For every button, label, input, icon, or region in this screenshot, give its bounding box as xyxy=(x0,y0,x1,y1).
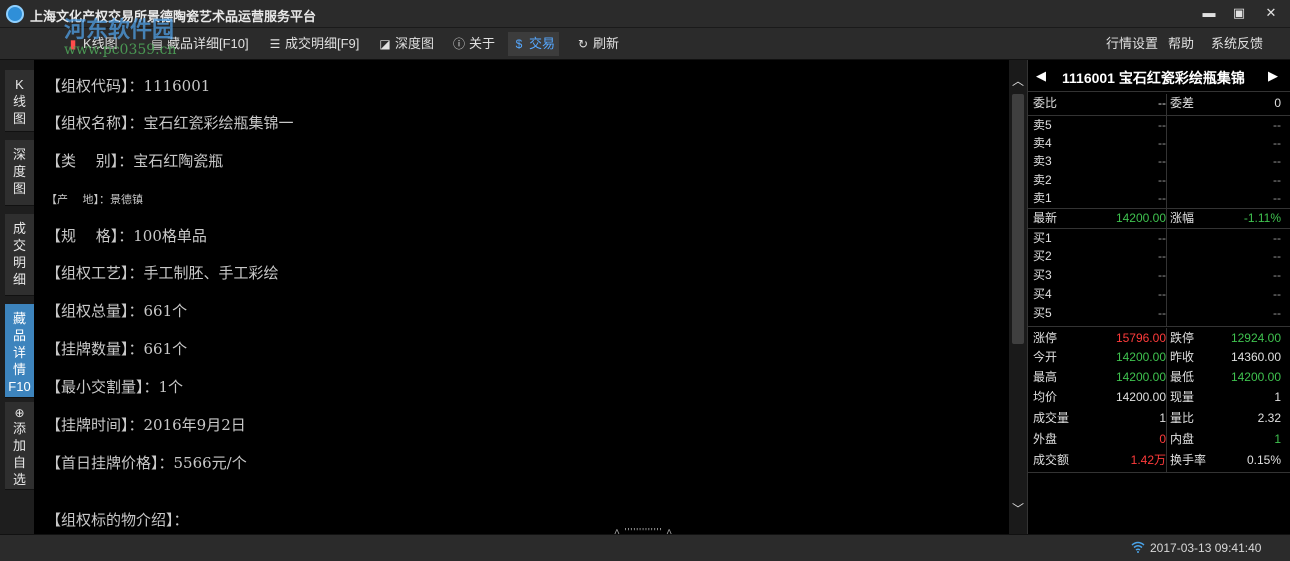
order-row-buy5: 买5 -- -- xyxy=(1033,306,1281,320)
nav-trades[interactable]: 成 交 明 细 xyxy=(5,214,34,296)
detail-line-listed: 【挂牌数量】：661个 xyxy=(46,340,188,358)
scroll-marker: ˄ ''''''''''''' ˄ xyxy=(614,527,674,534)
add-icon: ⊕ xyxy=(14,406,25,420)
detail-line-min-delivery: 【最小交割量】：1个 xyxy=(46,378,184,396)
app-logo-icon xyxy=(6,5,24,23)
order-row-sell1: 卖1 -- -- xyxy=(1033,191,1281,205)
maximize-button[interactable]: ▣ xyxy=(1226,3,1252,23)
column-divider xyxy=(1166,94,1167,326)
window-title: 上海文化产权交易所景德陶瓷艺术品运营服务平台 xyxy=(30,9,317,24)
order-row-sell5: 卖5 -- -- xyxy=(1033,118,1281,132)
order-row-buy3: 买3 -- -- xyxy=(1033,268,1281,282)
market-settings-menu[interactable]: 行情设置 xyxy=(1106,32,1158,56)
detail-content: 【组权代码】：1116001 【组权名称】：宝石红瓷彩绘瓶集锦一 【类 别】：宝… xyxy=(34,60,1009,534)
list-icon: ☰ xyxy=(269,37,281,51)
quote-header: ◀ 1116001 宝石红瓷彩绘瓶集锦 ▶ xyxy=(1028,60,1290,92)
tab-trades[interactable]: ☰ 成交明细[F9] xyxy=(264,32,363,56)
tab-about[interactable]: ⓘ 关于 xyxy=(448,32,499,56)
order-row-buy2: 买2 -- -- xyxy=(1033,249,1281,263)
refresh-icon: ↻ xyxy=(577,37,589,51)
status-bar: 2017-03-13 09:41:40 xyxy=(0,534,1290,561)
detail-line-total: 【组权总量】：661个 xyxy=(46,302,188,320)
feedback-menu[interactable]: 系统反馈 xyxy=(1211,32,1263,56)
detail-line-category: 【类 别】：宝石红陶瓷瓶 xyxy=(46,152,224,170)
title-bar: 上海文化产权交易所景德陶瓷艺术品运营服务平台 ▬ ▣ ✕ xyxy=(0,0,1290,28)
detail-line-craft: 【组权工艺】：手工制胚、手工彩绘 xyxy=(46,264,279,282)
detail-line-name: 【组权名称】：宝石红瓷彩绘瓶集锦一 xyxy=(46,114,294,132)
quote-row-weibi: 委比 -- 委差 0 xyxy=(1033,96,1281,110)
vertical-scrollbar[interactable]: ︿ ﹀ xyxy=(1009,60,1027,534)
nav-add-watchlist[interactable]: ⊕ 添 加 自 选 xyxy=(5,402,34,490)
order-row-buy4: 买4 -- -- xyxy=(1033,287,1281,301)
wifi-icon xyxy=(1131,541,1145,553)
stat-row-volume: 成交量 1 量比 2.32 xyxy=(1033,411,1281,425)
help-menu[interactable]: 帮助 xyxy=(1168,32,1194,56)
depth-chart-icon: ◪ xyxy=(379,37,391,51)
scroll-down-icon[interactable]: ﹀ xyxy=(1009,500,1027,518)
divider xyxy=(1028,472,1290,473)
detail-line-list-date: 【挂牌时间】：2016年9月2日 xyxy=(46,416,246,434)
close-button[interactable]: ✕ xyxy=(1258,3,1284,23)
quote-panel: ◀ 1116001 宝石红瓷彩绘瓶集锦 ▶ 委比 -- 委差 0 卖5 -- -… xyxy=(1027,60,1290,534)
detail-line-origin: 【产 地】：景德镇 xyxy=(46,193,143,206)
divider xyxy=(1028,326,1290,327)
quote-row-latest: 最新 14200.00 涨幅 -1.11% xyxy=(1033,211,1281,225)
trade-icon: $ xyxy=(515,37,523,51)
stat-row-amount: 成交额 1.42万 换手率 0.15% xyxy=(1033,453,1281,467)
column-divider xyxy=(1166,328,1167,472)
toolbar: ▮ K线图 ▤ 藏品详细[F10] ☰ 成交明细[F9] ◪ 深度图 ⓘ 关于 $ 交易 ↻… xyxy=(0,28,1290,60)
nav-kline[interactable]: K 线 图 xyxy=(5,70,34,132)
nav-detail[interactable]: 藏 品 详 情 F10 xyxy=(5,304,34,398)
detail-line-code: 【组权代码】：1116001 xyxy=(46,77,211,95)
prev-arrow-icon[interactable]: ◀ xyxy=(1036,68,1046,84)
left-nav: K 线 图 深 度 图 成 交 明 细 藏 品 详 情 F10 ⊕ 添 加 自 … xyxy=(0,60,34,534)
detail-line-spec: 【规 格】：100格单品 xyxy=(46,227,207,245)
detail-line-intro: 【组权标的物介绍】： xyxy=(46,511,189,529)
order-row-sell3: 卖3 -- -- xyxy=(1033,154,1281,168)
order-row-sell4: 卖4 -- -- xyxy=(1033,136,1281,150)
order-row-buy1: 买1 -- -- xyxy=(1033,231,1281,245)
stat-row-open: 今开 14200.00 昨收 14360.00 xyxy=(1033,350,1281,364)
detail-line-first-price: 【首日挂牌价格】：5566元/个 xyxy=(46,454,247,472)
refresh-button[interactable]: ↻ 刷新 xyxy=(572,32,623,56)
tab-trade[interactable]: $ 交易 xyxy=(508,32,560,56)
order-row-sell2: 卖2 -- -- xyxy=(1033,173,1281,187)
scroll-up-icon[interactable]: ︿ xyxy=(1009,72,1027,90)
minimize-button[interactable]: ▬ xyxy=(1196,3,1222,23)
next-arrow-icon[interactable]: ▶ xyxy=(1268,68,1278,84)
nav-depth[interactable]: 深 度 图 xyxy=(5,140,34,206)
quote-title: 1116001 宝石红瓷彩绘瓶集锦 xyxy=(1062,70,1245,86)
stat-row-avg: 均价 14200.00 现量 1 xyxy=(1033,390,1281,404)
stat-row-high-low: 最高 14200.00 最低 14200.00 xyxy=(1033,370,1281,384)
info-icon: ⓘ xyxy=(452,37,465,51)
scroll-thumb[interactable] xyxy=(1012,94,1024,344)
tab-depth[interactable]: ◪ 深度图 xyxy=(374,32,438,56)
status-datetime: 2017-03-13 09:41:40 xyxy=(1150,541,1262,555)
stat-row-limit: 涨停 15796.00 跌停 12924.00 xyxy=(1033,331,1281,345)
stat-row-outer-inner: 外盘 0 内盘 1 xyxy=(1033,432,1281,446)
watermark-url: www.pc0359.cn xyxy=(64,42,177,58)
